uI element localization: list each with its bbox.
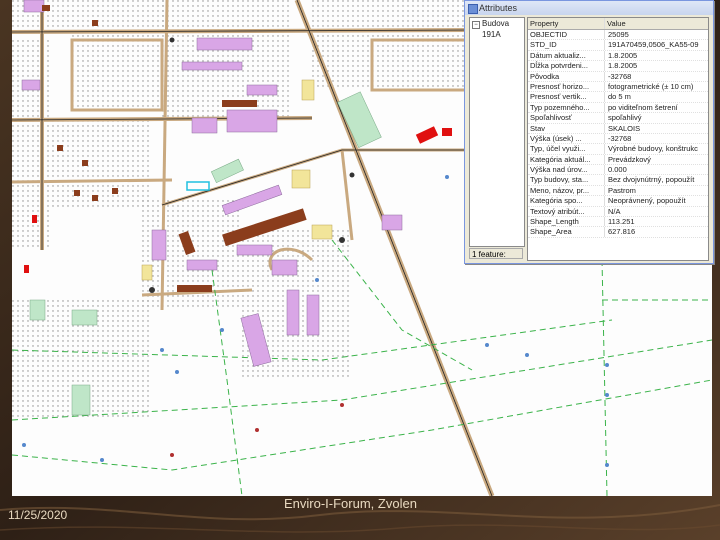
attributes-window[interactable]: Attributes − Budova 191A 1 feature: Prope… (464, 0, 714, 264)
value-cell: 25095 (608, 30, 629, 39)
attributes-title: Attributes (479, 3, 518, 13)
table-row[interactable]: Výška nad úrov... 0.000 (528, 165, 708, 176)
grid-header: Property Value (528, 18, 708, 30)
table-row[interactable]: Meno, názov, pr... Pastrom (528, 185, 708, 197)
property-cell: Kategória aktuál... (528, 154, 605, 165)
value-cell: 113.251 (608, 217, 635, 227)
highlight-outline (186, 181, 210, 191)
attributes-title-bar[interactable]: Attributes (465, 1, 713, 15)
property-cell: Presnosť horizo... (528, 81, 605, 92)
property-cell: Stav (528, 123, 605, 133)
property-cell: Pôvodka (528, 71, 605, 81)
table-row[interactable]: Stav SKALOIS (528, 123, 708, 134)
feature-count-status: 1 feature: (469, 248, 523, 259)
table-row[interactable]: Výška (úsek) ... -32768 (528, 133, 708, 145)
table-row[interactable]: Shape_Area 627.816 (528, 227, 708, 238)
property-cell: STD_ID (528, 40, 605, 50)
value-cell: 1.8.2005 (608, 61, 638, 71)
property-cell: Výška nad úrov... (528, 165, 605, 175)
tree-layer-node[interactable]: − Budova (470, 18, 524, 29)
table-row[interactable]: STD_ID 191A70459,0506_KA55-09 (528, 40, 708, 51)
value-cell: 1.8.2005 (608, 50, 638, 60)
value-cell: Pastrom (608, 185, 636, 195)
property-cell: Dĺžka potvrdeni... (528, 61, 605, 71)
property-cell: Dátum aktualiz... (528, 50, 605, 61)
value-cell: 627.816 (608, 227, 636, 237)
value-cell: 191A70459,0506_KA55-09 (608, 40, 699, 50)
value-cell: do 5 m (608, 92, 631, 102)
grid-rows: OBJECTID 25095 STD_ID 191A70459,0506_KA55-0… (528, 30, 708, 238)
table-row[interactable]: Dĺžka potvrdeni... 1.8.2005 (528, 61, 708, 72)
table-row[interactable]: Presnosť vertik... do 5 m (528, 92, 708, 103)
property-cell: Výška (úsek) ... (528, 133, 605, 144)
table-row[interactable]: Pôvodka -32768 (528, 71, 708, 82)
table-row[interactable]: Dátum aktualiz... 1.8.2005 (528, 50, 708, 62)
property-cell: Textový atribút... (528, 206, 605, 217)
property-cell: Typ pozemného... (528, 102, 605, 113)
property-cell: Meno, názov, pr... (528, 185, 605, 196)
tree-layer-label: Budova (482, 19, 510, 28)
property-cell: Shape_Area (528, 227, 605, 237)
value-cell: Prevádzkový (608, 154, 651, 164)
value-cell: Výrobné budovy, konštrukc (608, 144, 698, 154)
value-cell: SKALOIS (608, 123, 641, 133)
table-row[interactable]: Textový atribút... N/A (528, 206, 708, 218)
property-cell: Typ, účel využi... (528, 144, 605, 154)
table-row[interactable]: Presnosť horizo... fotogrametrické (± 10 … (528, 81, 708, 93)
value-cell: po viditeľnom šetrení (608, 102, 678, 112)
property-cell: Typ budovy, sta... (528, 175, 605, 185)
value-column-header[interactable]: Value (605, 18, 707, 29)
property-column-header[interactable]: Property (528, 18, 605, 29)
table-row[interactable]: Spoľahlivosť spoľahlivý (528, 113, 708, 124)
property-cell: Presnosť vertik... (528, 92, 605, 102)
property-cell: Spoľahlivosť (528, 113, 605, 123)
value-cell: fotogrametrické (± 10 cm) (608, 81, 694, 91)
table-row[interactable]: Shape_Length 113.251 (528, 217, 708, 228)
minus-box-icon[interactable]: − (472, 21, 480, 29)
property-cell: Shape_Length (528, 217, 605, 227)
value-cell: -32768 (608, 71, 632, 81)
value-cell: Neoprávnený, popoužít (608, 196, 686, 206)
table-row[interactable]: Typ pozemného... po viditeľnom šetrení (528, 102, 708, 114)
slide-footer-title: Enviro-I-Forum, Zvolen (284, 496, 417, 511)
table-row[interactable]: Kategória spo... Neoprávnený, popoužít (528, 196, 708, 207)
table-window-icon (468, 4, 478, 14)
attribute-grid[interactable]: Property Value OBJECTID 25095 STD_ID 191A70… (527, 17, 709, 261)
feature-tree[interactable]: − Budova 191A (469, 17, 525, 247)
table-row[interactable]: Typ budovy, sta... Bez dvojvnútrný, popou… (528, 175, 708, 186)
property-cell: OBJECTID (528, 30, 605, 40)
value-cell: Bez dvojvnútrný, popoužít (608, 175, 695, 185)
value-cell: N/A (608, 206, 621, 216)
value-cell: 0.000 (608, 165, 627, 175)
table-row[interactable]: Kategória aktuál... Prevádzkový (528, 154, 708, 166)
slide-date: 11/25/2020 (8, 508, 68, 522)
value-cell: spoľahlivý (608, 113, 642, 123)
property-cell: Kategória spo... (528, 196, 605, 206)
table-row[interactable]: OBJECTID 25095 (528, 30, 708, 41)
value-cell: -32768 (608, 133, 632, 143)
tree-feature-label: 191A (482, 30, 501, 39)
tree-feature-node[interactable]: 191A (470, 29, 524, 40)
table-row[interactable]: Typ, účel využi... Výrobné budovy, konštr… (528, 144, 708, 155)
